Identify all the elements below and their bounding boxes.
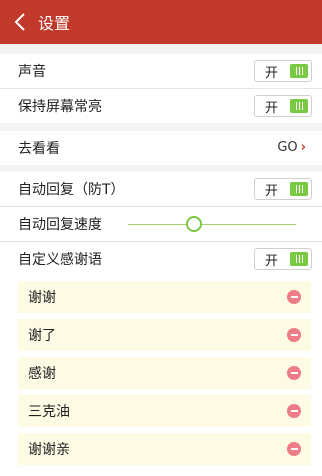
phrase-label: 三克油 [28,404,70,420]
auto-reply-label: 自动回复（防T） [18,182,125,198]
toggle-knob-icon [290,252,308,266]
sound-label: 声音 [18,64,46,80]
phrase-label: 谢谢 [28,290,56,306]
custom-thanks-toggle[interactable]: 开 [254,248,312,270]
keep-screen-on-toggle[interactable]: 开 [254,95,312,117]
remove-icon[interactable] [287,290,301,304]
visit-row[interactable]: 去看看 GO › [0,131,322,165]
visit-label: 去看看 [18,141,60,157]
sound-row: 声音 开 [0,54,322,88]
phrase-item: 谢了 [18,319,311,351]
auto-reply-toggle-text: 开 [265,183,279,199]
custom-thanks-label: 自定义感谢语 [18,252,102,268]
sound-toggle-text: 开 [265,65,279,81]
phrase-item: 三克油 [18,395,311,427]
reply-speed-slider-track[interactable] [128,224,296,225]
go-link[interactable]: GO › [277,140,306,155]
reply-speed-slider-thumb[interactable] [186,216,202,232]
go-label: GO [277,140,298,155]
reply-speed-label: 自动回复速度 [18,217,102,233]
top-bar: 设置 [0,0,322,44]
phrase-label: 感谢 [28,366,56,382]
visit-section: 去看看 GO › [0,131,322,165]
phrase-item: 谢谢 [18,281,311,313]
keep-screen-on-toggle-text: 开 [265,100,279,116]
general-settings: 声音 开 保持屏幕常亮 开 [0,54,322,123]
chevron-right-icon: › [300,140,306,155]
toggle-knob-icon [290,182,308,196]
auto-reply-row: 自动回复（防T） 开 [0,172,322,206]
toggle-knob-icon [290,64,308,78]
custom-thanks-row: 自定义感谢语 开 [0,241,322,276]
custom-thanks-toggle-text: 开 [265,253,279,269]
auto-reply-toggle[interactable]: 开 [254,178,312,200]
back-icon[interactable] [10,12,30,32]
phrase-item: 谢谢亲 [18,433,311,465]
phrase-label: 谢谢亲 [28,442,70,458]
reply-speed-row: 自动回复速度 [0,206,322,241]
remove-icon[interactable] [287,366,301,380]
remove-icon[interactable] [287,442,301,456]
sound-toggle[interactable]: 开 [254,60,312,82]
phrase-label: 谢了 [28,328,56,344]
phrase-item: 感谢 [18,357,311,389]
remove-icon[interactable] [287,404,301,418]
remove-icon[interactable] [287,328,301,342]
keep-screen-on-label: 保持屏幕常亮 [18,99,102,115]
page-title: 设置 [38,14,71,33]
toggle-knob-icon [290,99,308,113]
keep-screen-on-row: 保持屏幕常亮 开 [0,88,322,123]
